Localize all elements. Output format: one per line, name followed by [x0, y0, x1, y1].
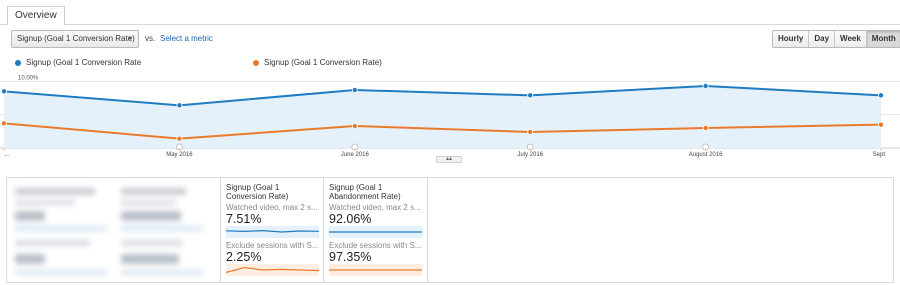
blurred-scorecards	[11, 186, 211, 280]
legend-dot-icon	[15, 59, 21, 66]
granularity-week-button[interactable]: Week	[834, 31, 866, 47]
scorecard-value: 92.06%	[329, 212, 372, 226]
sparkline	[329, 264, 422, 276]
series-2-point	[176, 135, 183, 142]
legend-series-1[interactable]: Signup (Goal 1 Conversion Rate	[15, 58, 141, 67]
x-tick-label: ...	[4, 152, 9, 158]
select-metric-link[interactable]: Select a metric	[160, 34, 213, 43]
tab-bar: Overview	[0, 0, 900, 26]
series-2-point	[878, 121, 885, 128]
series-1-point	[527, 92, 534, 99]
tab-overview[interactable]: Overview	[7, 6, 65, 26]
scorecard-title: Signup (Goal 1 Conversion Rate)	[226, 183, 289, 201]
legend-dot-icon	[253, 59, 259, 66]
series-2-point	[702, 125, 709, 132]
scorecard-value: 97.35%	[329, 250, 372, 264]
chart-collapse-handle[interactable]: ▴▴	[436, 156, 462, 163]
series-1-point	[702, 82, 709, 89]
x-tick-label: June 2016	[341, 152, 370, 158]
legend-series-1-label: Signup (Goal 1 Conversion Rate	[26, 58, 142, 67]
line-chart-svg: 10.00%5.00%...May 2016June 2016July 2016…	[0, 75, 900, 158]
scorecard-value: 2.25%	[226, 250, 262, 264]
granularity-month-button[interactable]: Month	[865, 31, 900, 47]
sparkline	[226, 264, 319, 276]
y-tick-label: 10.00%	[18, 75, 39, 81]
scorecard-title: Signup (Goal 1 Abandonment Rate)	[329, 183, 401, 201]
series-1-point	[878, 92, 885, 99]
vs-label: vs.	[145, 34, 156, 43]
sparkline	[226, 226, 319, 238]
segment-label: Exclude sessions with S...	[329, 241, 422, 250]
scorecard-value: 7.51%	[226, 212, 262, 226]
granularity-toggle: Hourly Day Week Month	[772, 30, 900, 48]
x-tick-label: August 2016	[689, 152, 723, 158]
sparkline	[329, 226, 422, 238]
metric-select[interactable]: Signup (Goal 1 Conversion Rate) ▼	[11, 30, 139, 48]
scorecards-panel: Signup (Goal 1 Conversion Rate) Watched …	[6, 177, 894, 283]
x-tick-label: Sept	[873, 152, 886, 158]
legend-series-2-label: Signup (Goal 1 Conversion Rate)	[264, 58, 382, 67]
segment-label: Exclude sessions with S...	[226, 241, 319, 250]
scorecard-abandonment-rate[interactable]: Signup (Goal 1 Abandonment Rate) Watched…	[324, 178, 428, 282]
segment-label: Watched video, max 2 s...	[329, 203, 421, 212]
series-2-point	[1, 120, 7, 127]
x-tick-label: July 2016	[517, 152, 543, 158]
segment-label: Watched video, max 2 s...	[226, 203, 318, 212]
granularity-day-button[interactable]: Day	[808, 31, 835, 47]
x-tick-label: May 2016	[166, 152, 193, 158]
chevron-down-icon: ▼	[127, 36, 133, 42]
series-1-point	[1, 88, 7, 95]
series-2-point	[527, 129, 534, 136]
series-1-area	[4, 86, 881, 148]
metric-select-label: Signup (Goal 1 Conversion Rate)	[17, 34, 135, 43]
series-1-point	[351, 86, 358, 93]
legend-series-2[interactable]: Signup (Goal 1 Conversion Rate)	[253, 58, 382, 67]
scorecard-conversion-rate[interactable]: Signup (Goal 1 Conversion Rate) Watched …	[220, 178, 324, 282]
line-chart: 10.00%5.00%...May 2016June 2016July 2016…	[0, 70, 900, 165]
series-1-point	[176, 102, 183, 109]
series-2-point	[351, 123, 358, 130]
granularity-hourly-button[interactable]: Hourly	[773, 31, 809, 47]
sparkline-background	[226, 226, 319, 238]
